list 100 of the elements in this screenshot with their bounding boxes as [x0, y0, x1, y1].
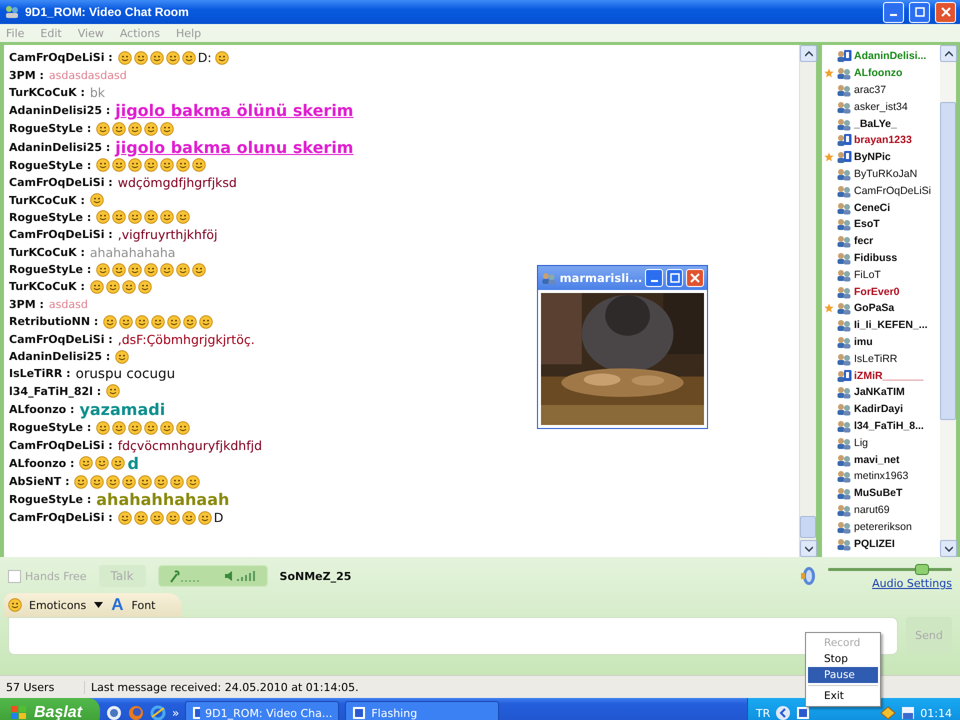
minimize-button[interactable]	[645, 268, 663, 287]
user-name[interactable]: ALfoonzo	[854, 67, 902, 80]
font-icon[interactable]: A	[111, 595, 124, 615]
scroll-thumb[interactable]	[940, 102, 956, 420]
maximize-button[interactable]	[666, 268, 684, 287]
sender-name: l34_FaTiH_82l :	[9, 384, 102, 398]
minimize-icon	[890, 14, 897, 16]
window-icon	[352, 706, 366, 720]
user-name[interactable]: ByNPic	[854, 151, 891, 164]
maximize-icon	[670, 272, 680, 283]
smiley-icon	[160, 210, 174, 224]
menu-item[interactable]: Stop	[808, 651, 878, 667]
maximize-button[interactable]	[909, 2, 930, 22]
taskbar-button[interactable]: Flashing	[345, 701, 500, 720]
user-name[interactable]: Fidibuss	[854, 252, 898, 264]
smiley-icon	[150, 50, 164, 65]
user-name[interactable]: CeneCi	[854, 202, 890, 214]
user-name[interactable]: imu	[854, 336, 873, 348]
scrollbar[interactable]	[940, 45, 956, 557]
taskbar-button[interactable]: 9D1_ROM: Video Cha...	[185, 701, 340, 720]
smiley-icon	[154, 474, 168, 488]
scroll-down-button[interactable]	[800, 540, 817, 557]
user-name[interactable]: arac37	[854, 84, 886, 96]
sender-name: TurKCoCuK :	[9, 86, 85, 99]
message-text: fdçvöcmnhguryfjkdhfjd	[118, 438, 262, 453]
user-icon	[836, 502, 852, 517]
user-name[interactable]: EsoT	[854, 218, 880, 230]
user-name[interactable]: Ii_Ii_KEFEN_...	[854, 319, 928, 332]
speaker-icon[interactable]	[800, 566, 816, 586]
smiley-icon	[167, 314, 182, 329]
user-icon	[836, 234, 852, 248]
scroll-up-button[interactable]	[940, 45, 957, 62]
scroll-down-button[interactable]	[940, 540, 957, 557]
tray-icon[interactable]	[901, 706, 916, 720]
smiley-icon	[170, 474, 184, 488]
user-name[interactable]: fecr	[854, 235, 874, 248]
user-name[interactable]: iZMiR_______	[854, 370, 924, 382]
sender-name: 3PM :	[9, 68, 44, 82]
smiley-icon	[128, 420, 142, 435]
user-icon	[541, 270, 557, 285]
smiley-icon	[111, 456, 126, 470]
scroll-up-button[interactable]	[800, 45, 817, 62]
caret-icon[interactable]	[94, 602, 104, 608]
message-input[interactable]	[8, 617, 898, 655]
user-name[interactable]: Lig	[854, 436, 868, 449]
user-name[interactable]: IsLeTiRR	[854, 352, 898, 365]
message-text: D	[214, 510, 224, 526]
sender-name: RetributioNN :	[9, 315, 98, 328]
smiley-icon	[144, 122, 158, 136]
chevron-icon[interactable]	[775, 705, 792, 720]
smiley-icon	[112, 210, 126, 224]
user-name[interactable]: GoPaSa	[854, 302, 894, 314]
user-name[interactable]: l34_FaTiH_8...	[854, 420, 924, 432]
tray-icon[interactable]	[796, 706, 810, 720]
last-message-status: Last message received: 24.05.2010 at 01:14:05.	[90, 680, 360, 694]
user-name[interactable]: AdaninDelisi...	[854, 50, 926, 62]
user-name[interactable]: KadirDayi	[854, 403, 904, 416]
smiley-icon	[160, 158, 174, 172]
user-name[interactable]: ForEver0	[854, 286, 900, 298]
sender-name: ALfoonzo :	[9, 403, 74, 416]
menu-item[interactable]: Pause	[808, 667, 878, 683]
user-name[interactable]: PQLIZEI	[854, 538, 895, 550]
minimize-button[interactable]	[883, 2, 904, 22]
user-name[interactable]: JaNKaTIM	[854, 386, 905, 398]
smiley-icon	[96, 122, 110, 136]
menu-item[interactable]: Exit	[808, 688, 878, 704]
font-button[interactable]: Font	[132, 598, 156, 612]
user-icon	[836, 66, 852, 80]
close-button[interactable]	[935, 2, 956, 22]
tray-icon[interactable]	[880, 706, 896, 720]
smiley-icon	[150, 510, 164, 525]
message-text: asdasdasdasd	[48, 68, 127, 82]
user-name[interactable]: MuSuBeT	[854, 487, 902, 500]
user-name[interactable]: mavi_net	[854, 454, 900, 466]
smiley-icon	[176, 158, 190, 172]
launch-icon[interactable]	[106, 705, 122, 720]
sender-name: TurKCoCuK :	[9, 246, 85, 259]
user-name[interactable]: metinx1963	[854, 470, 908, 482]
user-name[interactable]: brayan1233	[854, 134, 912, 146]
message-text: jigolo bakma ölünü skerim	[115, 101, 354, 120]
audio-settings-link[interactable]: Audio Settings	[872, 577, 952, 590]
smiley-icon	[106, 384, 120, 398]
close-button[interactable]	[686, 268, 704, 287]
more-button[interactable]: »	[172, 706, 180, 720]
scroll-thumb[interactable]	[800, 516, 816, 538]
launch-icon[interactable]	[150, 705, 166, 720]
user-name[interactable]: narut69	[854, 504, 890, 516]
scrollbar[interactable]	[799, 45, 816, 557]
smiley-icon	[160, 262, 174, 277]
emoticons-button[interactable]: Emoticons	[29, 598, 86, 612]
user-name[interactable]: CamFrOqDeLiSi	[854, 184, 932, 197]
user-name[interactable]: ByTuRKoJaN	[854, 168, 918, 180]
smiley-icon	[118, 50, 132, 65]
user-name[interactable]: _BaLYe_	[854, 118, 897, 130]
user-name[interactable]: petererikson	[854, 520, 912, 533]
smiley-icon	[183, 314, 198, 329]
user-icon	[836, 352, 852, 366]
user-name[interactable]: FiLoT	[854, 268, 881, 281]
user-name[interactable]: asker_ist34	[854, 100, 908, 113]
message-text: bk	[90, 84, 106, 100]
